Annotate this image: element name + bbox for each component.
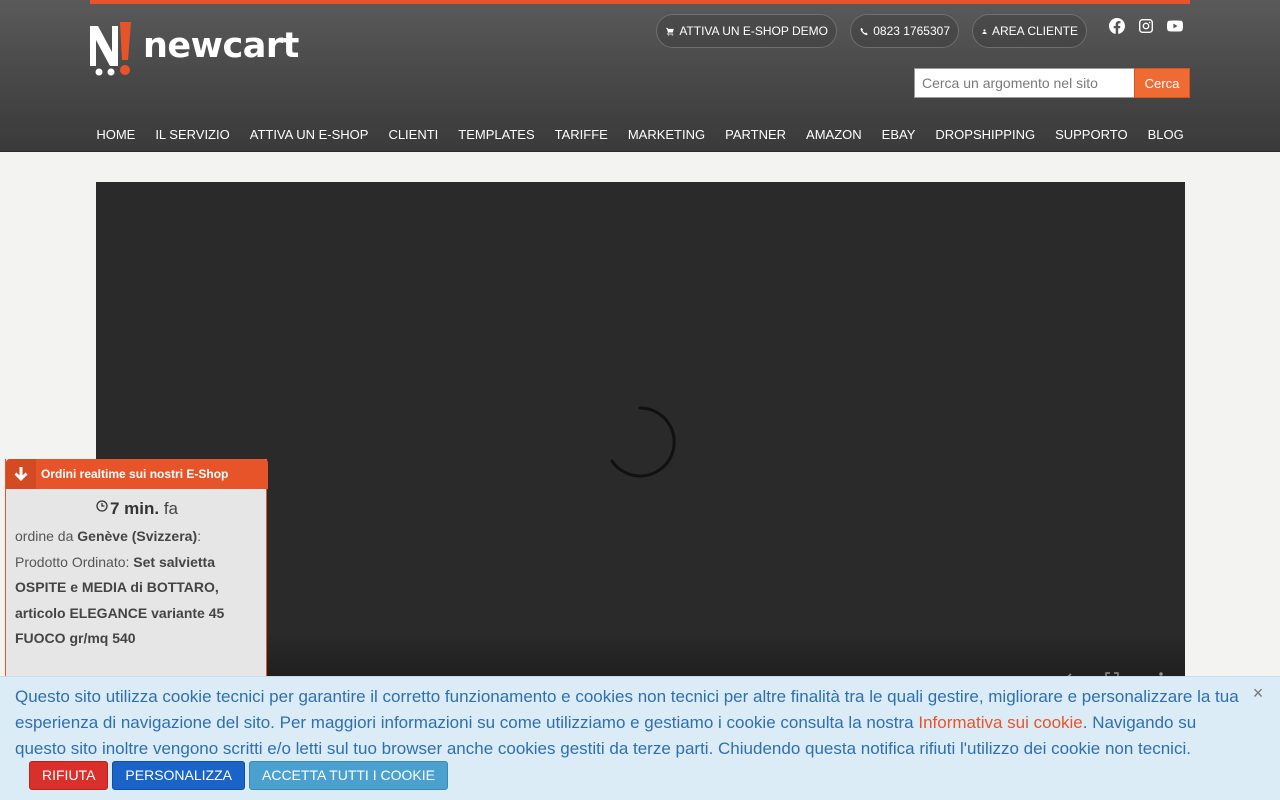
accept-all-cookies-button[interactable]: ACCETTA TUTTI I COOKIE — [249, 761, 448, 791]
customize-cookies-button[interactable]: PERSONALIZZA — [112, 761, 245, 791]
orders-collapse-button[interactable] — [6, 459, 36, 489]
cart-icon — [666, 27, 674, 36]
clock-icon — [96, 500, 108, 512]
logo-text: newcart — [143, 26, 299, 66]
orders-widget-title: Ordini realtime sui nostri E-Shop — [41, 467, 229, 481]
cookie-banner: Questo sito utilizza cookie tecnici per … — [0, 676, 1280, 800]
nav-item-home[interactable]: HOME — [86, 124, 145, 146]
search-input[interactable] — [914, 68, 1134, 98]
reject-cookies-button[interactable]: RIFIUTA — [29, 761, 109, 791]
demo-eshop-link[interactable]: ATTIVA UN E-SHOP DEMO — [656, 14, 837, 48]
nav-item-templates[interactable]: TEMPLATES — [448, 124, 544, 146]
phone-link[interactable]: 0823 1765307 — [850, 14, 959, 48]
realtime-orders-widget: Ordini realtime sui nostri E-Shop 7 min.… — [5, 459, 268, 699]
arrow-down-icon — [14, 467, 28, 481]
order-details: ordine da Genève (Svizzera): Prodotto Or… — [15, 524, 255, 652]
client-area-label: AREA CLIENTE — [991, 24, 1078, 38]
user-icon — [982, 28, 987, 34]
search-button[interactable]: Cerca — [1134, 68, 1190, 98]
order-time-suffix: fa — [163, 499, 179, 518]
nav-item-clienti[interactable]: CLIENTI — [378, 124, 448, 146]
nav-item-blog[interactable]: BLOG — [1138, 124, 1194, 146]
order-time-value: 7 min. — [109, 499, 160, 518]
nav-item-tariffe[interactable]: TARIFFE — [545, 124, 618, 146]
newcart-logo-icon — [90, 22, 131, 76]
nav-item-attiva-eshop[interactable]: ATTIVA UN E-SHOP — [240, 124, 379, 146]
orders-widget-header[interactable]: Ordini realtime sui nostri E-Shop — [6, 459, 268, 489]
nav-item-amazon[interactable]: AMAZON — [796, 124, 872, 146]
nav-item-supporto[interactable]: SUPPORTO — [1045, 124, 1137, 146]
cookie-banner-text: Questo sito utilizza cookie tecnici per … — [15, 684, 1245, 791]
nav-item-marketing[interactable]: MARKETING — [618, 124, 715, 146]
order-origin-prefix: ordine da — [15, 528, 74, 544]
phone-number: 0823 1765307 — [873, 24, 950, 38]
order-product-prefix: Prodotto Ordinato: — [15, 553, 130, 570]
youtube-icon — [1167, 20, 1183, 32]
facebook-link[interactable] — [1108, 17, 1125, 34]
client-area-link[interactable]: AREA CLIENTE — [972, 14, 1087, 48]
nav-item-partner[interactable]: PARTNER — [715, 124, 796, 146]
main-nav: HOME IL SERVIZIO ATTIVA UN E-SHOP CLIENT… — [0, 124, 1280, 146]
nav-item-ebay[interactable]: EBAY — [872, 124, 926, 146]
cookie-policy-link[interactable]: Informativa sui cookie — [918, 713, 1082, 732]
site-header: newcart ATTIVA UN E-SHOP DEMO 0823 17653… — [0, 0, 1280, 152]
accent-stripe — [90, 0, 1190, 4]
nav-item-il-servizio[interactable]: IL SERVIZIO — [145, 124, 239, 146]
loading-spinner-icon — [610, 406, 676, 478]
phone-icon — [860, 27, 868, 35]
instagram-icon — [1139, 19, 1153, 33]
order-origin-suffix: : — [197, 528, 202, 544]
order-origin: Genève (Svizzera) — [77, 528, 198, 544]
order-time: 7 min. fa — [6, 499, 268, 519]
nav-item-dropshipping[interactable]: DROPSHIPPING — [925, 124, 1045, 146]
youtube-link[interactable] — [1167, 18, 1183, 34]
facebook-icon — [1108, 17, 1125, 34]
demo-eshop-label: ATTIVA UN E-SHOP DEMO — [679, 24, 828, 38]
close-icon[interactable]: × — [1250, 684, 1266, 702]
instagram-link[interactable] — [1138, 18, 1154, 34]
logo[interactable]: newcart — [90, 20, 310, 80]
